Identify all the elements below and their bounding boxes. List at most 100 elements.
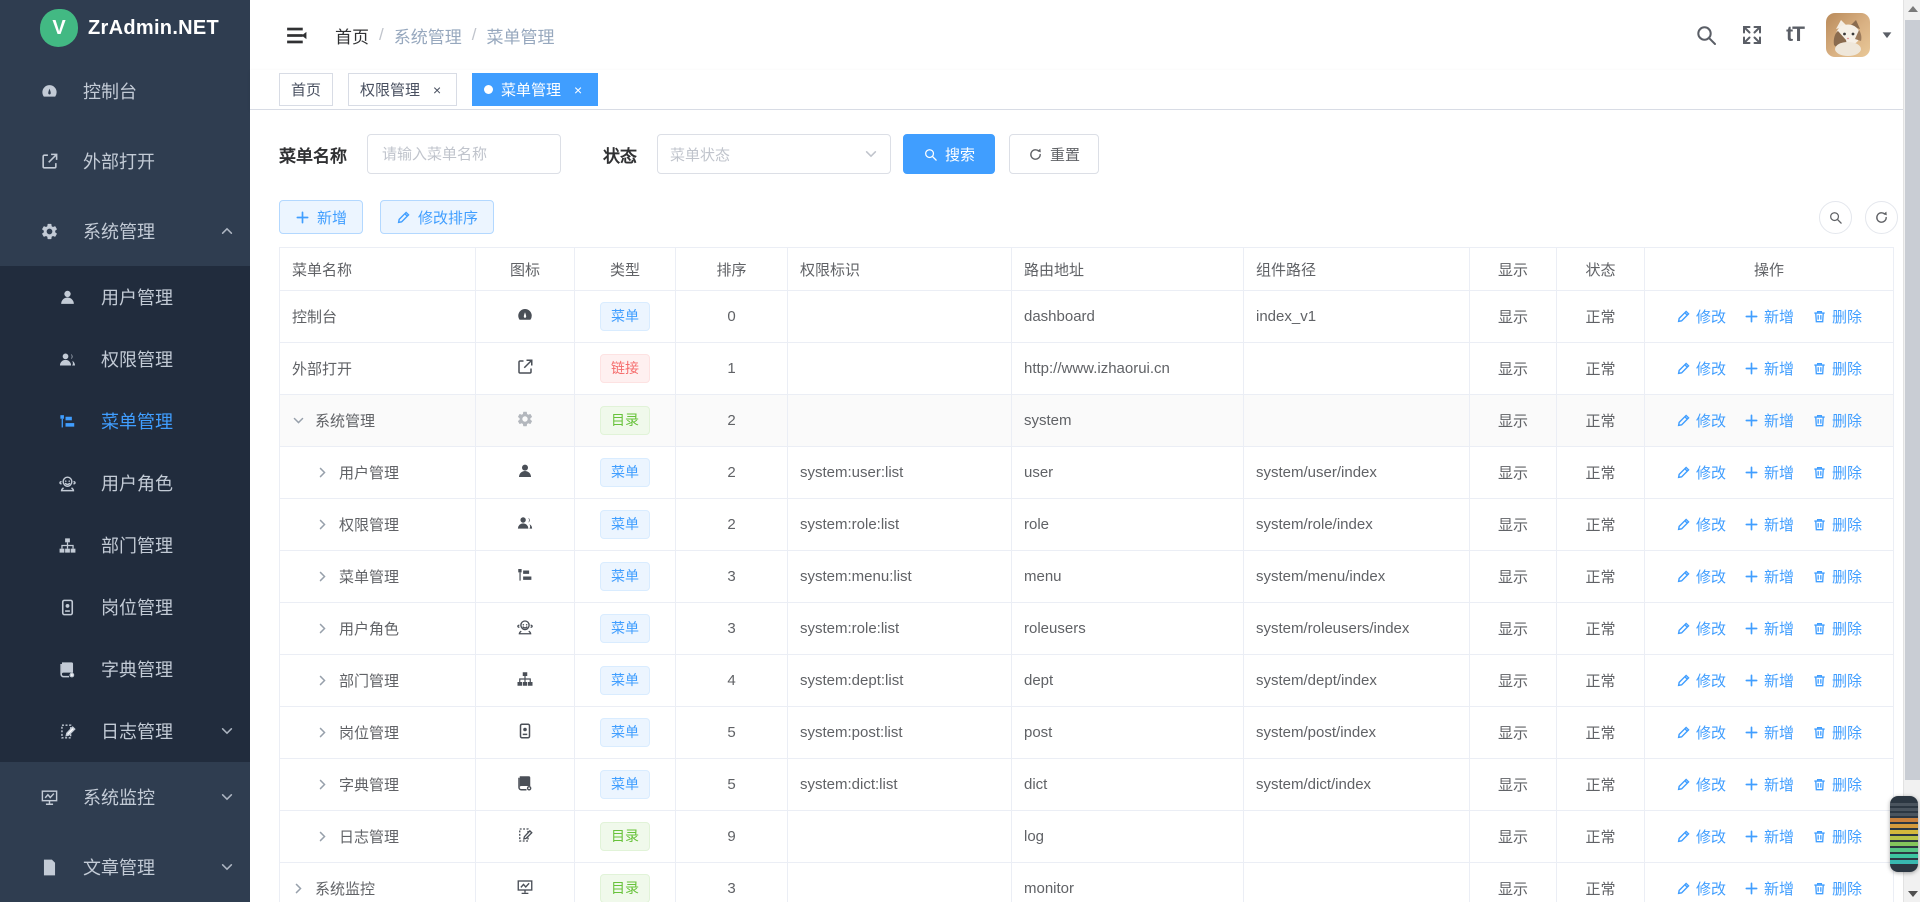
row-delete-button[interactable]: 删除 [1812, 722, 1862, 743]
row-add-button[interactable]: 新增 [1744, 670, 1794, 691]
plus-icon [1744, 309, 1759, 324]
menu-tree-icon [516, 566, 534, 584]
status-select[interactable]: 菜单状态 [657, 134, 891, 174]
actions-cell: 修改新增删除 [1645, 863, 1894, 902]
visible-cell: 显示 [1470, 759, 1557, 811]
add-button[interactable]: 新增 [279, 200, 363, 234]
row-delete-button[interactable]: 删除 [1812, 410, 1862, 431]
tab-close-icon[interactable]: × [429, 82, 445, 98]
app-logo[interactable]: V ZrAdmin.NET [0, 0, 250, 56]
row-edit-button[interactable]: 修改 [1676, 774, 1726, 795]
action-label: 修改 [1696, 514, 1726, 535]
row-edit-button[interactable]: 修改 [1676, 410, 1726, 431]
action-label: 新增 [1764, 774, 1794, 795]
row-add-button[interactable]: 新增 [1744, 566, 1794, 587]
row-add-button[interactable]: 新增 [1744, 878, 1794, 899]
menu-name-cell: 部门管理 [280, 655, 476, 707]
floating-color-widget[interactable] [1890, 796, 1918, 872]
row-edit-button[interactable]: 修改 [1676, 618, 1726, 639]
row-delete-button[interactable]: 删除 [1812, 358, 1862, 379]
sidebar-item-monitor[interactable]: 系统监控 [0, 762, 250, 832]
sidebar-item-dept[interactable]: 部门管理 [0, 514, 250, 576]
route-cell: user [1012, 447, 1244, 499]
action-label: 删除 [1832, 514, 1862, 535]
row-delete-button[interactable]: 删除 [1812, 878, 1862, 899]
sidebar-item-dashboard[interactable]: 控制台 [0, 56, 250, 126]
robot-icon [58, 474, 77, 493]
sidebar-item-role[interactable]: 权限管理 [0, 328, 250, 390]
menu-name-cell: 控制台 [280, 291, 476, 343]
row-edit-button[interactable]: 修改 [1676, 514, 1726, 535]
vertical-scrollbar[interactable] [1903, 0, 1920, 902]
row-add-button[interactable]: 新增 [1744, 306, 1794, 327]
breadcrumb-item[interactable]: 菜单管理 [486, 23, 554, 48]
row-add-button[interactable]: 新增 [1744, 722, 1794, 743]
row-add-button[interactable]: 新增 [1744, 410, 1794, 431]
article-icon [40, 858, 59, 877]
row-edit-button[interactable]: 修改 [1676, 878, 1726, 899]
header-search-icon[interactable] [1694, 23, 1718, 47]
refresh-table-button[interactable] [1865, 201, 1898, 234]
sidebar-item-external[interactable]: 外部打开 [0, 126, 250, 196]
sidebar-item-post[interactable]: 岗位管理 [0, 576, 250, 638]
scroll-up-arrow-icon[interactable] [1904, 0, 1920, 17]
row-delete-button[interactable]: 删除 [1812, 462, 1862, 483]
scrollbar-thumb[interactable] [1905, 20, 1920, 780]
actions-cell: 修改新增删除 [1645, 551, 1894, 603]
search-button[interactable]: 搜索 [903, 134, 995, 174]
show-search-toggle-button[interactable] [1819, 201, 1852, 234]
menu-name-input[interactable] [367, 134, 561, 174]
row-edit-button[interactable]: 修改 [1676, 826, 1726, 847]
menu-name-text: 部门管理 [339, 670, 399, 691]
row-add-button[interactable]: 新增 [1744, 462, 1794, 483]
order-cell: 2 [676, 395, 788, 447]
scroll-down-arrow-icon[interactable] [1904, 885, 1920, 902]
tab-权限管理[interactable]: 权限管理 × [348, 73, 457, 106]
row-edit-button[interactable]: 修改 [1676, 462, 1726, 483]
reset-button[interactable]: 重置 [1009, 134, 1099, 174]
row-delete-button[interactable]: 删除 [1812, 566, 1862, 587]
tab-首页[interactable]: 首页 [279, 73, 333, 106]
row-edit-button[interactable]: 修改 [1676, 722, 1726, 743]
row-delete-button[interactable]: 删除 [1812, 618, 1862, 639]
tab-close-icon[interactable]: × [570, 82, 586, 98]
sidebar-item-menu[interactable]: 菜单管理 [0, 390, 250, 452]
status-cell: 正常 [1557, 759, 1645, 811]
users-icon [58, 350, 77, 369]
actions-cell: 修改新增删除 [1645, 291, 1894, 343]
row-delete-button[interactable]: 删除 [1812, 670, 1862, 691]
perms-cell [788, 343, 1012, 395]
action-label: 新增 [1764, 826, 1794, 847]
sidebar-item-article[interactable]: 文章管理 [0, 832, 250, 902]
sidebar-item-dict[interactable]: 字典管理 [0, 638, 250, 700]
row-add-button[interactable]: 新增 [1744, 618, 1794, 639]
row-delete-button[interactable]: 删除 [1812, 774, 1862, 795]
row-add-button[interactable]: 新增 [1744, 826, 1794, 847]
row-delete-button[interactable]: 删除 [1812, 826, 1862, 847]
sidebar-item-log[interactable]: 日志管理 [0, 700, 250, 762]
avatar[interactable] [1826, 13, 1870, 57]
row-add-button[interactable]: 新增 [1744, 358, 1794, 379]
edit-sort-button[interactable]: 修改排序 [380, 200, 494, 234]
sidebar-item-roleusers[interactable]: 用户角色 [0, 452, 250, 514]
row-delete-button[interactable]: 删除 [1812, 514, 1862, 535]
edit-icon [1676, 829, 1691, 844]
breadcrumb-item[interactable]: 系统管理 [394, 23, 462, 48]
row-add-button[interactable]: 新增 [1744, 514, 1794, 535]
sidebar-toggle-icon[interactable] [284, 23, 309, 48]
user-menu-caret-icon[interactable] [1880, 28, 1894, 42]
row-edit-button[interactable]: 修改 [1676, 670, 1726, 691]
sidebar-item-label: 系统监控 [83, 784, 155, 810]
row-edit-button[interactable]: 修改 [1676, 566, 1726, 587]
row-delete-button[interactable]: 删除 [1812, 306, 1862, 327]
fullscreen-icon[interactable] [1740, 23, 1764, 47]
font-size-icon[interactable]: tT [1786, 23, 1804, 47]
row-edit-button[interactable]: 修改 [1676, 358, 1726, 379]
row-add-button[interactable]: 新增 [1744, 774, 1794, 795]
sidebar-item-system[interactable]: 系统管理 [0, 196, 250, 266]
tab-label: 权限管理 [360, 79, 420, 100]
sidebar-item-user[interactable]: 用户管理 [0, 266, 250, 328]
tab-菜单管理[interactable]: 菜单管理× [472, 73, 598, 106]
breadcrumb-item[interactable]: 首页 [335, 23, 369, 48]
row-edit-button[interactable]: 修改 [1676, 306, 1726, 327]
